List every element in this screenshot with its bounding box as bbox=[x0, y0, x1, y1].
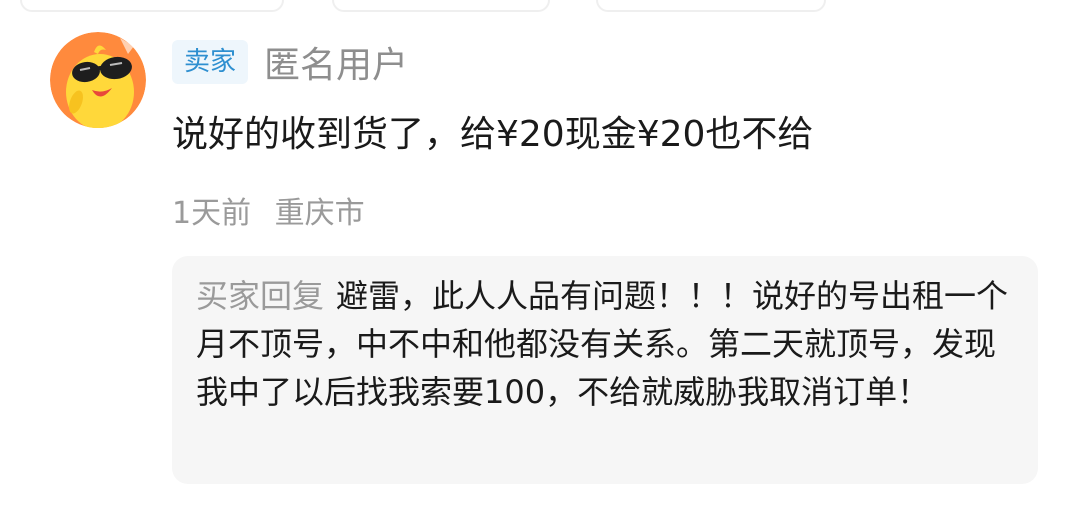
comment-header: 卖家 匿名用户 bbox=[172, 36, 408, 88]
buyer-reply-box[interactable]: 买家回复 避雷，此人人品有问题！！！说好的号出租一个月不顶号，中不中和他都没有关系… bbox=[172, 256, 1038, 484]
comment-text: 说好的收到货了，给¥20现金¥20也不给 bbox=[172, 114, 814, 155]
chick-sunglasses-icon bbox=[50, 32, 146, 128]
buyer-reply-label: 买家回复 bbox=[196, 277, 325, 315]
reply-content: 买家回复 避雷，此人人品有问题！！！说好的号出租一个月不顶号，中不中和他都没有关系… bbox=[196, 272, 1018, 416]
top-filter-chip-2[interactable] bbox=[332, 0, 550, 12]
seller-role-badge: 卖家 bbox=[172, 40, 249, 84]
comment-location: 重庆市 bbox=[274, 196, 365, 231]
comment-meta: 1天前 重庆市 bbox=[172, 190, 365, 238]
username[interactable]: 匿名用户 bbox=[264, 36, 408, 88]
comment-time: 1天前 bbox=[172, 196, 252, 231]
user-avatar[interactable] bbox=[50, 32, 146, 128]
top-filter-chip-1[interactable] bbox=[20, 0, 284, 12]
top-filter-chip-3[interactable] bbox=[596, 0, 826, 12]
